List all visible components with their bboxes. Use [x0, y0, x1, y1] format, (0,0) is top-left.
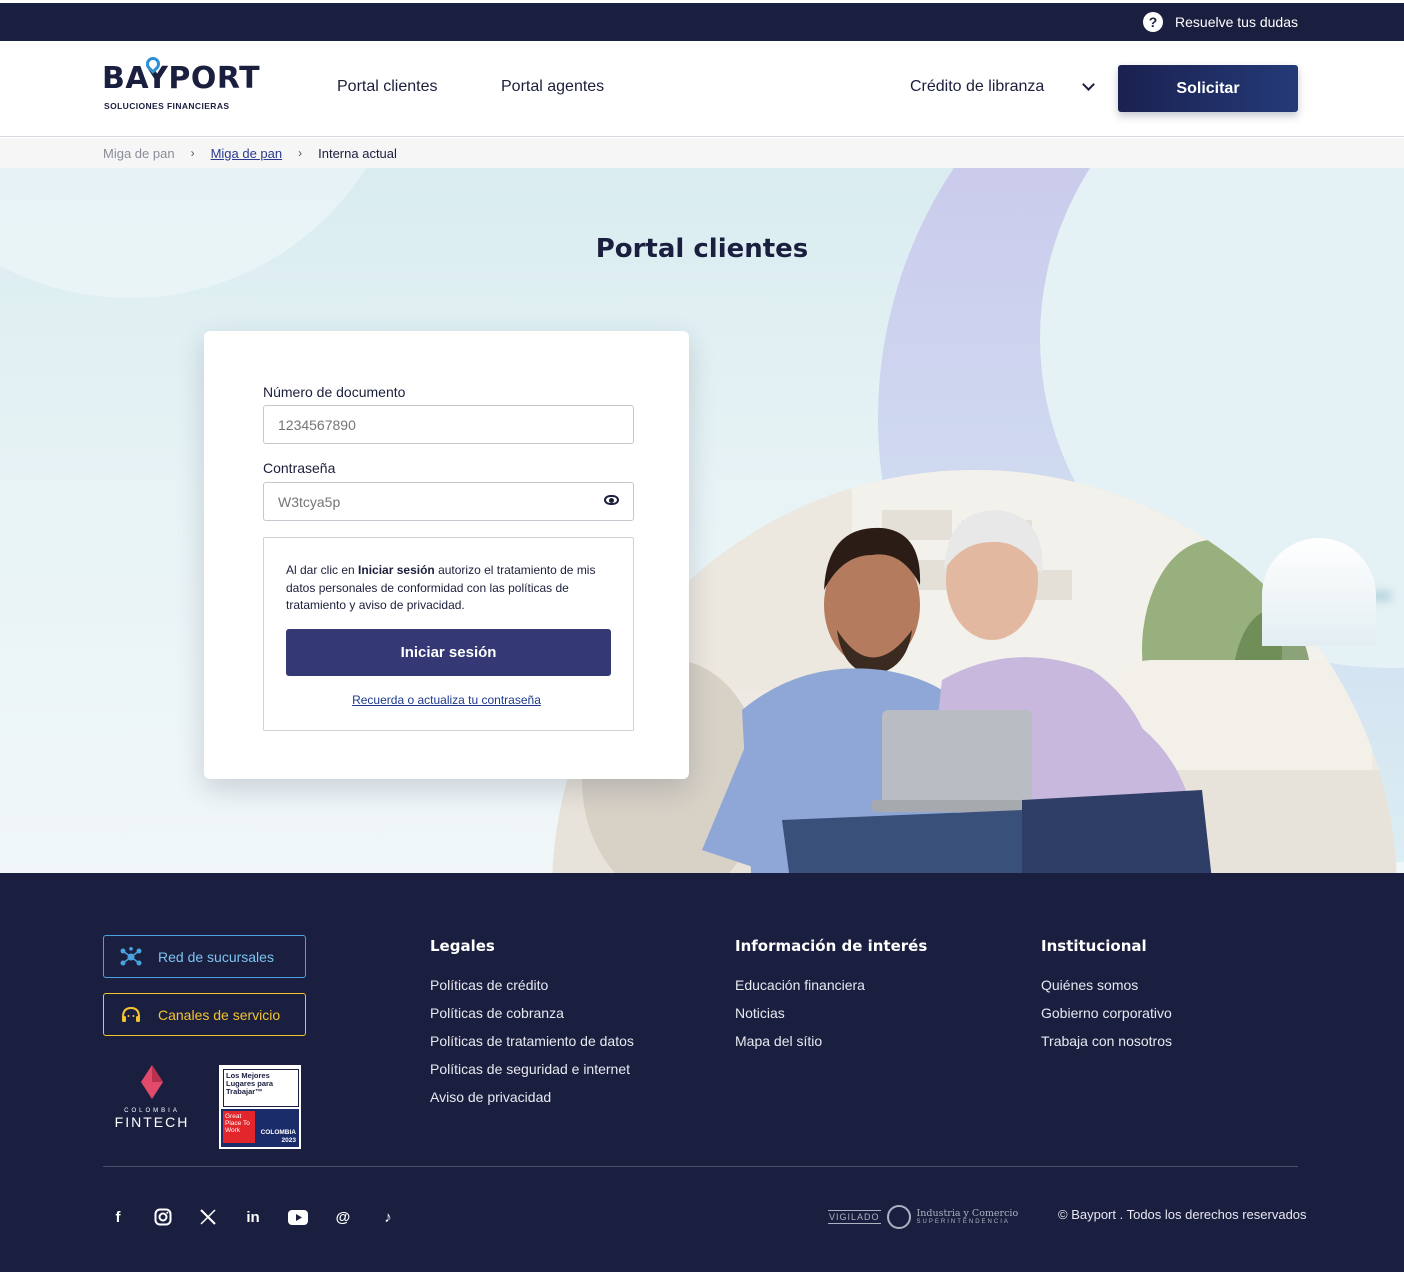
footer-col-legales: Políticas de crédito Políticas de cobran… — [430, 977, 634, 1117]
breadcrumb-current: Interna actual — [318, 145, 397, 161]
breadcrumb: Miga de pan › Miga de pan › Interna actu… — [0, 138, 1404, 168]
gptw-country: COLOMBIA 2023 — [261, 1129, 296, 1145]
chevron-right-icon: › — [190, 146, 195, 160]
top-utility-bar: ? Resuelve tus dudas — [0, 0, 1404, 41]
help-label: Resuelve tus dudas — [1175, 14, 1298, 30]
footer-col-info: Educación financiera Noticias Mapa del s… — [735, 977, 865, 1061]
copyright: © Bayport . Todos los derechos reservado… — [1058, 1207, 1307, 1222]
footer-link[interactable]: Gobierno corporativo — [1041, 1005, 1172, 1033]
fintech-big-text: FINTECH — [114, 1114, 190, 1130]
footer-link[interactable]: Políticas de seguridad e internet — [430, 1061, 634, 1089]
gptw-title: Los Mejores Lugares para Trabajar™ — [223, 1069, 299, 1107]
recover-password-link[interactable]: Recuerda o actualiza tu contraseña — [264, 693, 629, 707]
youtube-icon[interactable] — [288, 1207, 308, 1227]
product-dropdown[interactable]: Crédito de libranza — [910, 78, 1096, 96]
headset-icon — [122, 1006, 140, 1022]
decorative-circle — [0, 168, 410, 298]
chevron-right-icon: › — [298, 146, 303, 160]
threads-icon[interactable]: @ — [333, 1207, 353, 1227]
footer: Red de sucursales Canales de servicio CO… — [0, 873, 1404, 1272]
footer-link[interactable]: Quiénes somos — [1041, 977, 1172, 1005]
sic-name: Industria y Comercio — [916, 1208, 1019, 1219]
question-circle-icon: ? — [1143, 12, 1164, 32]
linkedin-icon[interactable]: in — [243, 1207, 263, 1227]
consent-bold: Iniciar sesión — [358, 563, 435, 577]
help-link[interactable]: ? Resuelve tus dudas — [1143, 12, 1298, 32]
decorative-cloud — [1262, 538, 1392, 646]
password-label: Contraseña — [263, 460, 336, 476]
main-header: BAYPORT SOLUCIONES FINANCIERAS Portal cl… — [0, 41, 1404, 137]
breadcrumb-item-2[interactable]: Miga de pan — [211, 146, 283, 161]
branch-network-label: Red de sucursales — [158, 948, 274, 965]
footer-link[interactable]: Aviso de privacidad — [430, 1089, 634, 1117]
eye-icon[interactable] — [604, 495, 619, 505]
x-icon[interactable] — [198, 1207, 218, 1227]
logo-subtitle: SOLUCIONES FINANCIERAS — [104, 101, 230, 111]
hero-section: Portal clientes Número de documento Cont… — [0, 168, 1404, 873]
service-channels-label: Canales de servicio — [158, 1006, 281, 1023]
consent-text: Al dar clic en Iniciar sesión autorizo e… — [286, 562, 606, 615]
service-channels-button[interactable]: Canales de servicio — [103, 993, 306, 1036]
instagram-icon[interactable] — [153, 1207, 173, 1227]
sic-text: Industria y Comercio SUPERINTENDENCIA — [916, 1208, 1019, 1226]
nav-portal-agentes[interactable]: Portal agentes — [501, 78, 604, 96]
consent-prefix: Al dar clic en — [286, 563, 359, 577]
login-card: Número de documento Contraseña Al dar cl… — [204, 331, 689, 779]
footer-link[interactable]: Trabaja con nosotros — [1041, 1033, 1172, 1061]
gptw-country-name: COLOMBIA — [260, 1129, 296, 1136]
breadcrumb-item-1[interactable]: Miga de pan — [103, 146, 175, 161]
gptw-badge: Great Place To Work — [223, 1111, 255, 1143]
footer-link[interactable]: Políticas de cobranza — [430, 1005, 634, 1033]
branch-network-button[interactable]: Red de sucursales — [103, 935, 306, 978]
social-links: f in @ ♪ — [108, 1207, 398, 1227]
network-icon — [120, 947, 142, 966]
facebook-icon[interactable]: f — [108, 1207, 128, 1227]
footer-link[interactable]: Políticas de crédito — [430, 977, 634, 1005]
gptw-year: 2023 — [281, 1137, 296, 1144]
colombia-fintech-logo: COLOMBIA FINTECH — [112, 1065, 192, 1139]
diamond-icon — [141, 1065, 163, 1099]
footer-link[interactable]: Mapa del sítio — [735, 1033, 865, 1061]
sic-seal-icon — [886, 1205, 911, 1229]
tiktok-icon[interactable]: ♪ — [378, 1207, 398, 1227]
footer-col-institucional: Quiénes somos Gobierno corporativo Traba… — [1041, 977, 1172, 1061]
nav-portal-clientes[interactable]: Portal clientes — [337, 78, 438, 96]
logo-wordmark: BAYPORT — [102, 61, 261, 96]
footer-col-legales-title: Legales — [430, 937, 495, 955]
footer-col-info-title: Información de interés — [735, 937, 928, 955]
gptw-bottom: Great Place To Work COLOMBIA 2023 — [221, 1109, 299, 1147]
login-button[interactable]: Iniciar sesión — [286, 629, 611, 676]
consent-box: Al dar clic en Iniciar sesión autorizo e… — [263, 537, 634, 731]
document-input[interactable] — [263, 405, 634, 444]
footer-divider — [103, 1166, 1298, 1167]
password-input[interactable] — [263, 482, 634, 521]
vigilado-sic-logo: VIGILADO Industria y Comercio SUPERINTEN… — [828, 1205, 1018, 1229]
footer-link[interactable]: Educación financiera — [735, 977, 865, 1005]
product-dropdown-label: Crédito de libranza — [910, 78, 1045, 95]
page-title: Portal clientes — [595, 234, 809, 264]
great-place-to-work-badge: Los Mejores Lugares para Trabajar™ Great… — [219, 1065, 301, 1149]
vigilado-label: VIGILADO — [828, 1210, 881, 1224]
chevron-down-icon — [1082, 78, 1096, 91]
bayport-logo[interactable]: BAYPORT SOLUCIONES FINANCIERAS — [102, 54, 262, 119]
solicitar-button[interactable]: Solicitar — [1118, 65, 1298, 112]
document-label: Número de documento — [263, 384, 406, 400]
sic-sub: SUPERINTENDENCIA — [916, 1219, 1010, 1225]
footer-col-institucional-title: Institucional — [1041, 937, 1147, 955]
footer-link[interactable]: Políticas de tratamiento de datos — [430, 1033, 634, 1061]
footer-link[interactable]: Noticias — [735, 1005, 865, 1033]
